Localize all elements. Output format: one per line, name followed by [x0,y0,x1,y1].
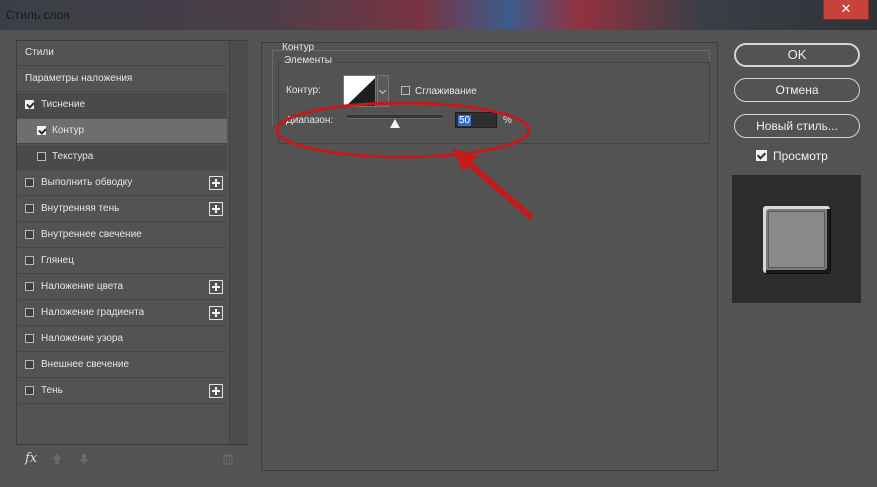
style-item-14[interactable]: Тень [17,379,227,404]
style-item-checkbox[interactable] [37,126,46,135]
smoothing-label: Сглаживание [415,86,477,97]
contour-preview-swatch[interactable] [343,75,376,107]
style-item-checkbox[interactable] [37,152,46,161]
style-item-label: Наложение узора [41,333,124,344]
style-item-4[interactable]: Контур [17,119,227,144]
style-item-label: Внешнее свечение [41,359,130,370]
move-up-icon[interactable] [51,453,63,465]
contour-group-title: Контур [282,42,315,53]
style-item-checkbox[interactable] [25,100,34,109]
range-label: Диапазон: [286,115,334,126]
styles-list-panel: Стили Параметры наложения Тиснение Контур Те… [16,40,248,445]
style-item-checkbox[interactable] [25,178,34,187]
preview-tile-face [768,211,825,268]
style-item-label: Наложение цвета [41,281,124,292]
move-down-icon[interactable] [78,453,90,465]
style-item-11[interactable]: Наложение градиента [17,301,227,326]
style-item-label: Внутренняя тень [41,203,120,214]
add-effect-plus-icon[interactable] [209,280,223,294]
style-item-label: Глянец [41,255,74,266]
style-item-label: Выполнить обводку [41,177,133,188]
trash-icon[interactable] [222,453,234,465]
preview-label: Просмотр [773,149,828,163]
new-style-button[interactable]: Новый стиль... [734,114,860,138]
add-effect-plus-icon[interactable] [209,176,223,190]
style-item-2[interactable]: Параметры наложения [17,67,227,92]
contour-curve-icon [344,76,375,106]
close-button[interactable]: ✕ [823,0,869,20]
style-item-label: Тиснение [41,99,86,110]
contour-label: Контур: [286,85,321,96]
add-effect-plus-icon[interactable] [209,384,223,398]
add-effect-plus-icon[interactable] [209,306,223,320]
style-item-label: Стили [25,47,54,58]
ok-button[interactable]: OK [734,43,860,67]
title-bar[interactable]: Стиль слоя ✕ [0,0,877,30]
styles-list-scrollbar[interactable] [229,41,248,444]
cancel-button[interactable]: Отмена [734,78,860,102]
preview-checkbox[interactable] [756,150,767,161]
contour-settings-panel: Контур Элементы Контур: Сглаживание Диап… [261,42,718,471]
style-item-checkbox[interactable] [25,308,34,317]
style-item-label: Параметры наложения [25,73,133,84]
style-item-checkbox[interactable] [25,204,34,213]
style-item-checkbox[interactable] [25,282,34,291]
close-icon: ✕ [840,1,852,16]
style-item-12[interactable]: Наложение узора [17,327,227,352]
style-item-checkbox[interactable] [25,256,34,265]
style-preview [732,175,861,303]
layer-style-dialog: Стили Параметры наложения Тиснение Контур Те… [4,30,873,485]
preview-tile [763,206,830,273]
style-item-label: Внутреннее свечение [41,229,142,240]
style-item-10[interactable]: Наложение цвета [17,275,227,300]
style-item-8[interactable]: Внутреннее свечение [17,223,227,248]
style-item-1[interactable]: Стили [17,41,227,66]
style-item-label: Наложение градиента [41,307,145,318]
range-slider-thumb[interactable] [389,119,400,128]
range-input[interactable]: 50 [455,112,497,128]
style-item-label: Текстура [52,151,94,162]
window-title: Стиль слоя [6,8,70,22]
style-item-checkbox[interactable] [25,230,34,239]
smoothing-checkbox[interactable] [401,86,410,95]
style-item-7[interactable]: Внутренняя тень [17,197,227,222]
contour-dropdown-button[interactable] [377,75,389,107]
style-item-9[interactable]: Глянец [17,249,227,274]
range-input-value: 50 [458,115,472,126]
style-item-13[interactable]: Внешнее свечение [17,353,227,378]
range-unit: % [503,115,512,126]
fx-button[interactable]: fx [25,451,37,466]
style-item-3[interactable]: Тиснение [17,93,227,118]
elements-group-title: Элементы [282,55,334,66]
style-item-checkbox[interactable] [25,334,34,343]
style-item-5[interactable]: Текстура [17,145,227,170]
style-item-checkbox[interactable] [25,386,34,395]
style-item-6[interactable]: Выполнить обводку [17,171,227,196]
style-item-label: Тень [41,385,63,396]
style-item-checkbox[interactable] [25,360,34,369]
add-effect-plus-icon[interactable] [209,202,223,216]
style-item-label: Контур [52,125,85,136]
